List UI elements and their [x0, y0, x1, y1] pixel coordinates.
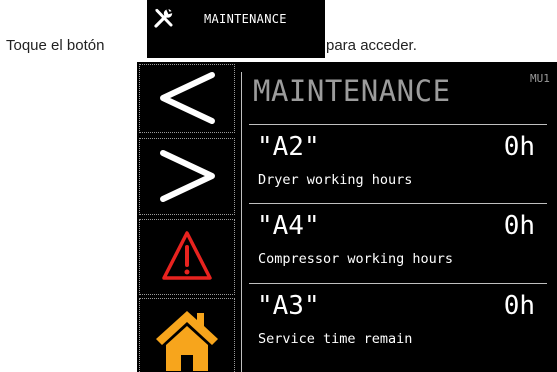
wrench-screwdriver-icon	[152, 6, 176, 30]
screen-code: MU1	[530, 72, 550, 85]
row-divider	[249, 124, 547, 125]
instruction-text-before: Toque el botón	[6, 37, 105, 54]
alarm-warning-icon	[162, 231, 212, 280]
maintenance-button-label: MAINTENANCE	[204, 12, 287, 26]
home-icon	[156, 311, 218, 371]
row-label: Dryer working hours	[258, 172, 413, 188]
row-value: 0h	[503, 132, 535, 162]
instruction-text-after: para acceder.	[326, 37, 417, 54]
row-divider	[249, 283, 547, 284]
list-item-service-time[interactable]: "A3" 0h Service time remain	[249, 283, 555, 363]
row-code: "A2"	[257, 132, 320, 162]
row-value: 0h	[503, 291, 535, 321]
row-label: Service time remain	[258, 331, 413, 347]
row-value: 0h	[503, 211, 535, 241]
alarm-button[interactable]	[139, 219, 235, 295]
page-title: MAINTENANCE	[253, 74, 451, 108]
list-item-compressor-hours[interactable]: "A4" 0h Compressor working hours	[249, 203, 555, 283]
row-code: "A3"	[257, 291, 320, 321]
list-item-dryer-hours[interactable]: "A2" 0h Dryer working hours	[249, 124, 555, 204]
row-label: Compressor working hours	[258, 251, 454, 267]
back-button[interactable]	[139, 64, 235, 133]
row-divider	[249, 203, 547, 204]
maintenance-button[interactable]: MAINTENANCE	[147, 0, 325, 58]
divider-line	[241, 72, 242, 372]
row-code: "A4"	[257, 211, 320, 241]
home-button[interactable]	[139, 298, 235, 372]
forward-button[interactable]	[139, 138, 235, 215]
back-arrow-icon	[160, 72, 215, 124]
forward-arrow-icon	[160, 150, 215, 202]
hmi-screen: MAINTENANCE MU1 "A2" 0h Dryer working ho…	[137, 62, 557, 372]
